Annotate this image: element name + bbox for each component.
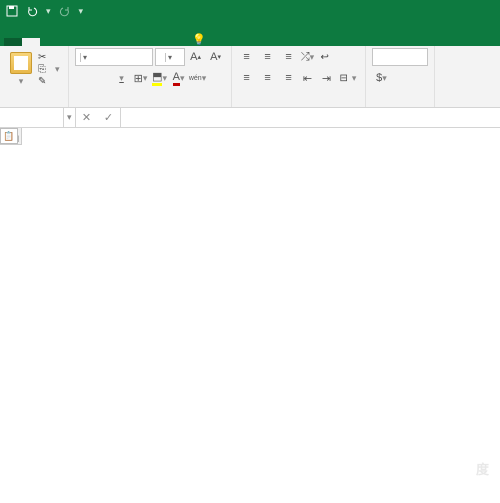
chevron-down-icon[interactable]: ▾: [80, 53, 90, 62]
merge-icon: ⊟: [340, 73, 348, 84]
tab-help[interactable]: [148, 38, 166, 46]
copy-icon: ⎘: [38, 64, 49, 75]
phonetic-icon[interactable]: wén▾: [189, 69, 207, 87]
font-color-icon[interactable]: A▾: [170, 69, 188, 87]
align-left-icon[interactable]: ≡: [238, 69, 256, 87]
group-align: ≡ ≡ ≡ ⤮▾ ↩ ≡ ≡ ≡ ⇤ ⇥ ⊟▾: [232, 46, 367, 107]
decrease-font-icon[interactable]: A▾: [207, 48, 225, 66]
clipboard-mini-icon: 📋: [3, 131, 14, 142]
undo-icon[interactable]: [26, 5, 38, 17]
fill-color-icon[interactable]: ⬒▾: [151, 69, 169, 87]
annotation-arrow: [0, 128, 300, 278]
paste-dropdown-icon[interactable]: ▾: [19, 76, 24, 87]
group-font-label: [75, 103, 225, 107]
group-clipboard-label: [6, 103, 62, 107]
copy-button[interactable]: ⎘▾: [36, 64, 62, 75]
align-center-icon[interactable]: ≡: [259, 69, 277, 87]
align-bottom-icon[interactable]: ≡: [280, 48, 298, 66]
enter-icon[interactable]: ✓: [98, 108, 120, 127]
number-format-select[interactable]: [372, 48, 428, 66]
tab-file[interactable]: [4, 38, 22, 46]
paste-button[interactable]: ▾: [6, 48, 36, 90]
group-font: ▾ ▾ A▴ A▾ ▾ ⊞▾ ⬒▾ A▾ wén▾: [69, 46, 232, 107]
merge-center-button[interactable]: ⊟▾: [337, 69, 360, 87]
wrap-icon: ↩: [321, 52, 329, 63]
format-painter-button[interactable]: ✎: [36, 76, 62, 87]
italic-button[interactable]: [94, 69, 112, 87]
align-middle-icon[interactable]: ≡: [259, 48, 277, 66]
orientation-icon[interactable]: ⤮▾: [299, 48, 317, 66]
tab-layout[interactable]: [58, 38, 76, 46]
ribbon: ▾ ✂ ⎘▾ ✎ ▾ ▾ A▴ A▾ ▾ ⊞▾ ⬒▾ A▾ wén▾: [0, 46, 500, 108]
ribbon-tabs: 💡: [0, 22, 500, 46]
decrease-indent-icon[interactable]: ⇤: [299, 69, 317, 87]
tell-me-search[interactable]: 💡: [192, 33, 210, 46]
redo-icon[interactable]: [59, 5, 71, 17]
brush-icon: ✎: [38, 76, 49, 87]
column-headers: [22, 128, 500, 145]
borders-icon[interactable]: ⊞▾: [132, 69, 150, 87]
tab-special[interactable]: [166, 38, 184, 46]
tab-formulas[interactable]: [76, 38, 94, 46]
undo-dropdown-icon[interactable]: ▾: [46, 6, 51, 17]
cut-button[interactable]: ✂: [36, 52, 62, 63]
underline-button[interactable]: ▾: [113, 69, 131, 87]
qat-customize-icon[interactable]: ▾: [79, 6, 84, 17]
tab-data[interactable]: [94, 38, 112, 46]
tab-view[interactable]: [130, 38, 148, 46]
formula-bar: ▾ ✕ ✓: [0, 108, 500, 128]
wrap-text-button[interactable]: ↩: [318, 48, 334, 66]
cancel-icon[interactable]: ✕: [76, 108, 98, 127]
group-align-label: [238, 103, 360, 107]
name-box-dropdown-icon[interactable]: ▾: [64, 108, 76, 127]
chevron-down-icon[interactable]: ▾: [165, 53, 175, 62]
paste-options-button[interactable]: 📋: [0, 128, 18, 144]
increase-indent-icon[interactable]: ⇥: [318, 69, 336, 87]
font-size-select[interactable]: ▾: [155, 48, 185, 66]
font-name-select[interactable]: ▾: [75, 48, 153, 66]
accounting-format-icon[interactable]: $▾: [372, 69, 390, 87]
name-box[interactable]: [0, 108, 64, 127]
increase-font-icon[interactable]: A▴: [187, 48, 205, 66]
scissors-icon: ✂: [38, 52, 49, 63]
bold-button[interactable]: [75, 69, 93, 87]
group-number: $▾: [366, 46, 435, 107]
group-clipboard: ▾ ✂ ⎘▾ ✎: [0, 46, 69, 107]
align-top-icon[interactable]: ≡: [238, 48, 256, 66]
bulb-icon: 💡: [192, 33, 206, 46]
save-icon[interactable]: [6, 5, 18, 17]
tab-home[interactable]: [22, 38, 40, 46]
align-right-icon[interactable]: ≡: [280, 69, 298, 87]
title-bar: ▾ ▾: [0, 0, 500, 22]
tab-insert[interactable]: [40, 38, 58, 46]
group-number-label: [372, 103, 428, 107]
spreadsheet-grid: 📋: [0, 128, 500, 503]
tab-review[interactable]: [112, 38, 130, 46]
paste-icon: [10, 52, 32, 74]
quick-access-toolbar: ▾ ▾: [6, 5, 83, 17]
copy-dropdown-icon[interactable]: ▾: [55, 64, 60, 75]
